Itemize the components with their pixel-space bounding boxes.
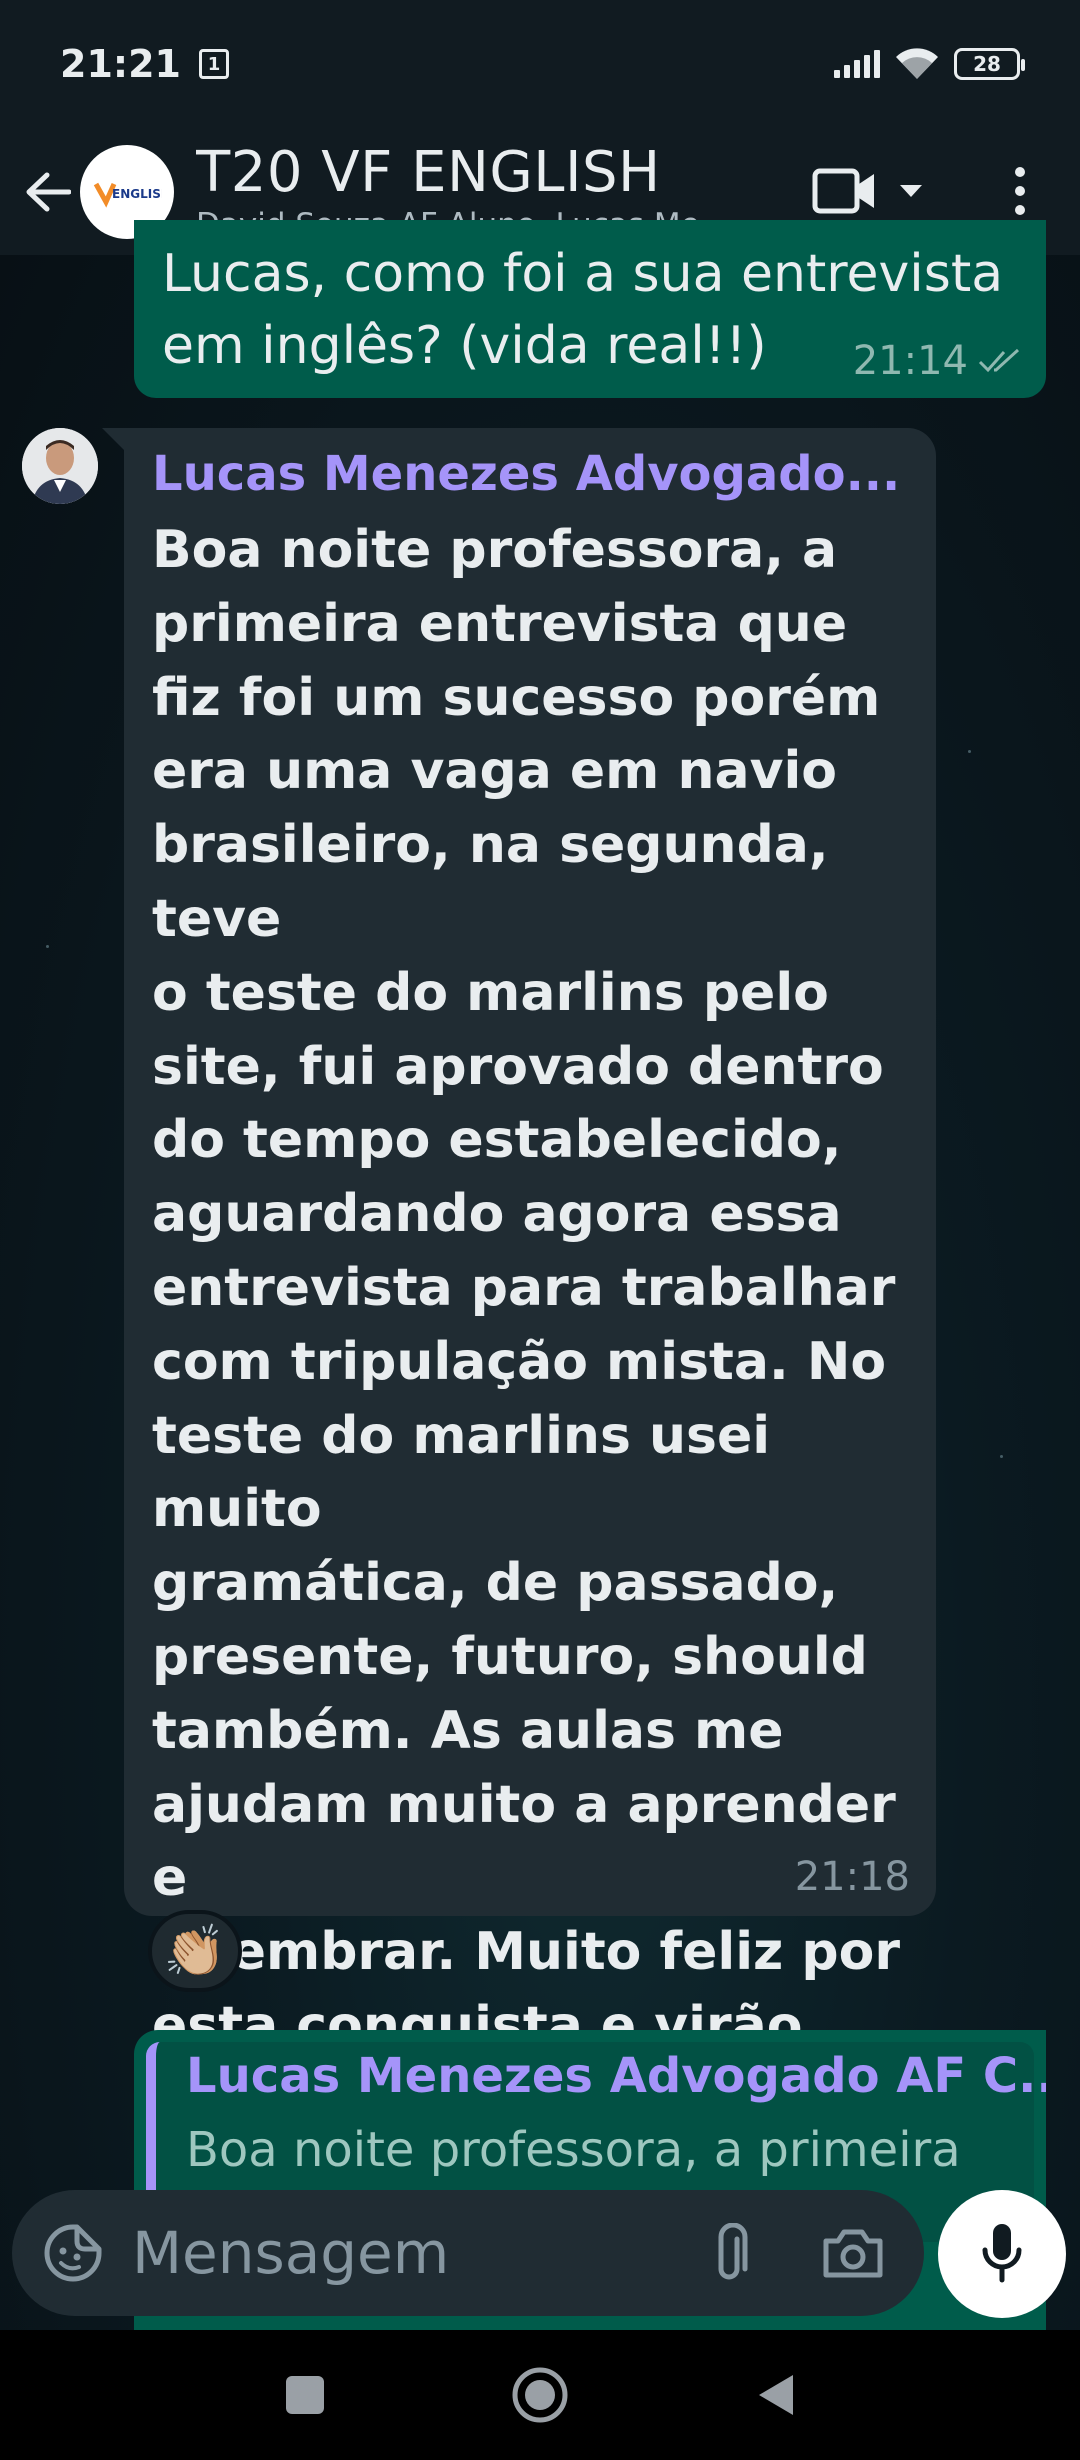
sender-avatar[interactable] bbox=[22, 428, 98, 504]
chevron-down-icon bbox=[900, 185, 922, 197]
square-icon[interactable] bbox=[270, 2360, 340, 2430]
battery-icon: 28 bbox=[954, 48, 1025, 80]
sender-name[interactable]: Lucas Menezes Advogado... bbox=[152, 446, 900, 502]
paperclip-icon[interactable] bbox=[700, 2220, 766, 2286]
signal-icon bbox=[834, 50, 880, 78]
message-input[interactable] bbox=[132, 2213, 672, 2293]
incoming-message[interactable]: Lucas Menezes Advogado... Boa noite prof… bbox=[102, 428, 936, 2130]
composer-pill bbox=[12, 2190, 924, 2316]
video-camera-icon bbox=[812, 168, 874, 214]
microphone-button[interactable] bbox=[938, 2190, 1066, 2318]
quoted-sender: Lucas Menezes Advogado AF C... bbox=[186, 2048, 1046, 2104]
quoted-text: Boa noite professora, a primeira bbox=[186, 2122, 961, 2178]
message-meta: 21:14 bbox=[853, 338, 1022, 384]
sticker-smile-icon[interactable] bbox=[40, 2220, 106, 2286]
video-call-button[interactable] bbox=[812, 156, 932, 226]
status-time: 21:21 bbox=[60, 42, 181, 86]
chat-title: T20 VF ENGLISH bbox=[196, 140, 661, 205]
camera-icon[interactable] bbox=[820, 2220, 886, 2286]
svg-text:ENGLISH: ENGLISH bbox=[112, 187, 162, 201]
clapping-hands-reaction[interactable]: 👏🏼 bbox=[148, 1910, 242, 1992]
composer-bar bbox=[0, 2190, 1080, 2330]
status-bar: 21:21 1 28 bbox=[0, 0, 1080, 128]
double-check-icon bbox=[978, 348, 1020, 373]
wifi-icon bbox=[896, 48, 938, 79]
arrow-left-icon[interactable] bbox=[18, 162, 78, 222]
more-vertical-icon[interactable] bbox=[1000, 156, 1040, 226]
english-logo-icon: ENGLISH bbox=[93, 182, 162, 208]
triangle-back-icon[interactable] bbox=[740, 2360, 810, 2430]
message-time: 21:18 bbox=[794, 1854, 910, 1900]
microphone-icon bbox=[982, 2224, 1022, 2283]
sim-badge-icon: 1 bbox=[198, 49, 229, 79]
circle-icon[interactable] bbox=[505, 2360, 575, 2430]
outgoing-message[interactable]: Lucas, como foi a sua entrevista em ingl… bbox=[134, 220, 1046, 398]
battery-level: 28 bbox=[973, 52, 1001, 76]
system-nav-bar bbox=[0, 2330, 1080, 2460]
message-time: 21:14 bbox=[852, 338, 968, 384]
